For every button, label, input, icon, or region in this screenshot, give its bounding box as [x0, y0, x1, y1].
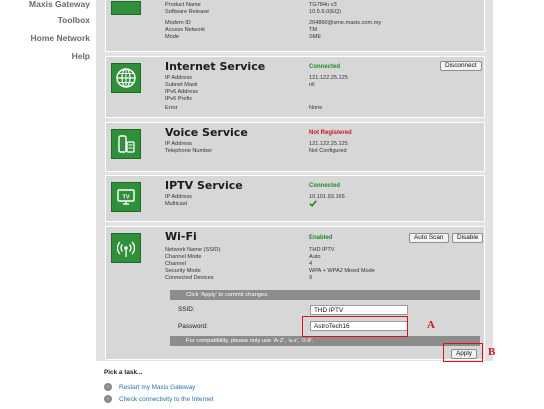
disconnect-button[interactable]: Disconnect — [440, 61, 482, 71]
voice-service-title: Voice Service — [165, 126, 248, 139]
gateway-value: TM — [309, 27, 318, 33]
internet-status-badge: Connected — [309, 64, 341, 70]
annotation-letter-a: A — [427, 319, 435, 331]
tv-icon-text: TV — [122, 195, 129, 201]
voice-label: Telephone Number — [165, 148, 213, 154]
nav-item-help[interactable]: Help — [72, 51, 90, 61]
main-content: Product Name TG784n v3 Software Release … — [96, 0, 493, 361]
wifi-title: Wi-Fi — [165, 230, 197, 243]
wifi-label: Connected Devices — [165, 275, 214, 281]
right-margin — [493, 0, 544, 361]
wifi-label: Security Mode — [165, 268, 201, 274]
iptv-service-title: IPTV Service — [165, 179, 243, 192]
password-label: Password: — [178, 323, 208, 330]
nav-item-toolbox[interactable]: Toolbox — [58, 15, 90, 25]
internet-service-panel: Internet Service Connected Disconnect IP… — [105, 56, 485, 118]
wifi-label: Network Name (SSID) — [165, 247, 221, 253]
internet-value: None — [309, 105, 323, 111]
internet-value: 121.122.25.125 — [309, 75, 348, 81]
gateway-value: SME — [309, 34, 322, 40]
wifi-label: Channel Mode — [165, 254, 202, 260]
internet-label: IPv6 Prefix — [165, 96, 193, 102]
task-check-connectivity[interactable]: › Check connectivity to the Internet — [104, 394, 214, 404]
arrow-bullet-icon: › — [104, 383, 112, 391]
annotation-letter-b: B — [488, 346, 496, 358]
auto-scan-button[interactable]: Auto Scan — [409, 233, 449, 243]
gateway-label: Mode — [165, 34, 179, 40]
task-link-label[interactable]: Check connectivity to the Internet — [119, 396, 214, 403]
multicast-check-icon — [309, 200, 317, 210]
wifi-value: Auto — [309, 254, 321, 260]
gateway-value: 10.5.6.0(EQ) — [309, 9, 342, 15]
annotation-box-password — [302, 316, 408, 337]
tv-icon: TV — [111, 182, 141, 212]
wifi-value: WPA + WPA2 Mixed Mode — [309, 268, 375, 274]
ssid-label: SSID: — [178, 306, 195, 313]
internet-label: Error — [165, 105, 178, 111]
internet-service-title: Internet Service — [165, 60, 266, 73]
wifi-status-badge: Enabled — [309, 235, 333, 241]
ssid-input[interactable] — [310, 305, 408, 315]
internet-label: IP Address — [165, 75, 192, 81]
left-navigation: Maxis Gateway Toolbox Home Network Help — [0, 0, 96, 409]
wifi-value: THD IPTV — [309, 247, 335, 253]
nav-item-maxis-gateway[interactable]: Maxis Gateway — [29, 0, 90, 9]
voice-status-badge: Not Registered — [309, 130, 352, 136]
commit-note-bar: Click 'Apply' to commit changes. — [170, 290, 480, 300]
gateway-label: Modem ID — [165, 20, 191, 26]
voice-label: IP Address — [165, 141, 192, 147]
disable-button[interactable]: Disable — [452, 233, 484, 243]
arrow-bullet-icon: › — [104, 395, 112, 403]
internet-label: IPv6 Address — [165, 89, 198, 95]
gateway-icon — [111, 1, 141, 15]
wifi-panel: Wi-Fi Enabled Auto Scan Disable Network … — [105, 226, 485, 360]
wifi-antenna-icon — [111, 233, 141, 263]
telephone-icon — [111, 129, 141, 159]
compatibility-note-bar: For compatibility, please only use 'A-Z'… — [170, 336, 480, 346]
wifi-label: Channel — [165, 261, 186, 267]
gateway-panel: Product Name TG784n v3 Software Release … — [105, 0, 485, 52]
gateway-label: Software Release — [165, 9, 210, 15]
iptv-label: Multicast — [165, 201, 188, 207]
task-link-label[interactable]: Restart my Maxis Gateway — [119, 384, 195, 391]
internet-label: Subnet Mask — [165, 82, 198, 88]
iptv-service-panel: TV IPTV Service Connected IP Address 10.… — [105, 175, 485, 222]
voice-value: 121.122.25.125 — [309, 141, 348, 147]
gateway-value: 204860@sme.maxis.com.my — [309, 20, 382, 26]
globe-icon — [111, 63, 141, 93]
wifi-value: 4 — [309, 261, 313, 267]
task-restart-gateway[interactable]: › Restart my Maxis Gateway — [104, 382, 195, 392]
gateway-label: Access Network — [165, 27, 206, 33]
voice-service-panel: Voice Service Not Registered IP Address … — [105, 122, 485, 172]
nav-item-home-network[interactable]: Home Network — [30, 33, 90, 43]
annotation-box-apply — [443, 343, 483, 362]
gateway-label: Product Name — [165, 2, 201, 8]
gateway-value: TG784n v3 — [309, 2, 337, 8]
wifi-value: 9 — [309, 275, 313, 281]
voice-value: Not Configured — [309, 148, 347, 154]
pick-a-task-heading: Pick a task... — [104, 369, 143, 376]
iptv-status-badge: Connected — [309, 183, 341, 189]
iptv-label: IP Address — [165, 194, 192, 200]
internet-value: nil — [309, 82, 315, 88]
